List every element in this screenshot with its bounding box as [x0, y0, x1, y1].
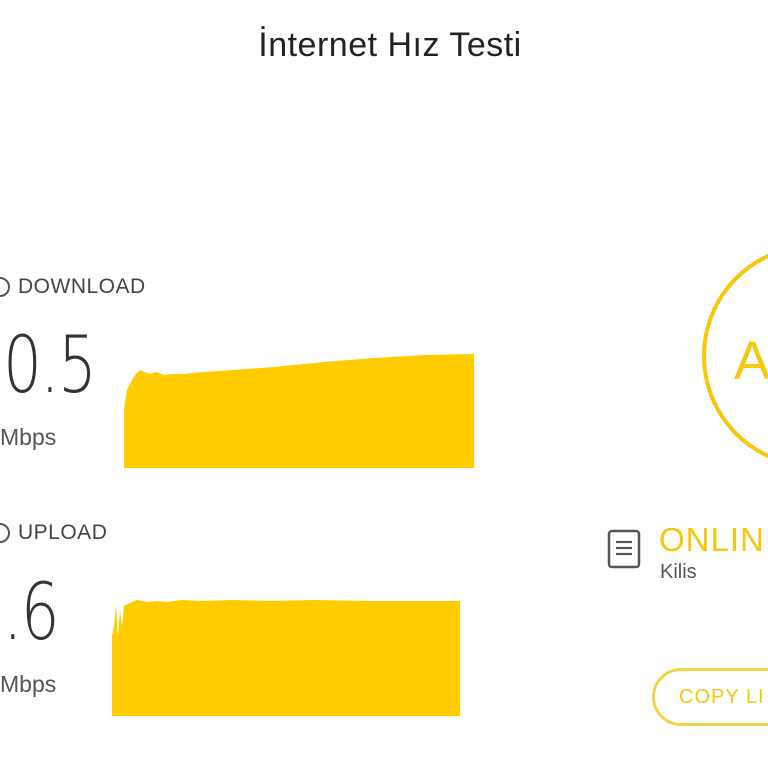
upload-value: 6.6 — [0, 568, 60, 658]
upload-graph — [112, 600, 460, 716]
upload-label: UPLOAD — [18, 521, 108, 544]
download-unit: Mbps — [0, 424, 57, 450]
download-label-row: DOWNLOAD — [0, 275, 146, 299]
page-title: İnternet Hız Testi — [258, 26, 522, 64]
speed-test-page: İnternet Hız Testi DOWNLOAD 60.5 Mbps UP… — [0, 0, 768, 768]
result-ring-text: A — [734, 331, 768, 391]
download-value: 60.5 — [0, 321, 97, 411]
download-graph-area — [124, 354, 474, 468]
download-icon — [0, 277, 10, 297]
download-label: DOWNLOAD — [18, 275, 146, 298]
upload-unit: Mbps — [0, 671, 57, 697]
server-doc-icon — [607, 529, 641, 569]
server-status: ONLIN — [659, 521, 765, 558]
upload-icon — [0, 523, 10, 543]
copy-link-button[interactable]: COPY LI — [652, 668, 768, 726]
upload-label-row: UPLOAD — [0, 521, 107, 545]
download-graph — [124, 354, 474, 468]
upload-graph-area — [112, 600, 460, 716]
server-location: Kilis — [660, 561, 697, 583]
